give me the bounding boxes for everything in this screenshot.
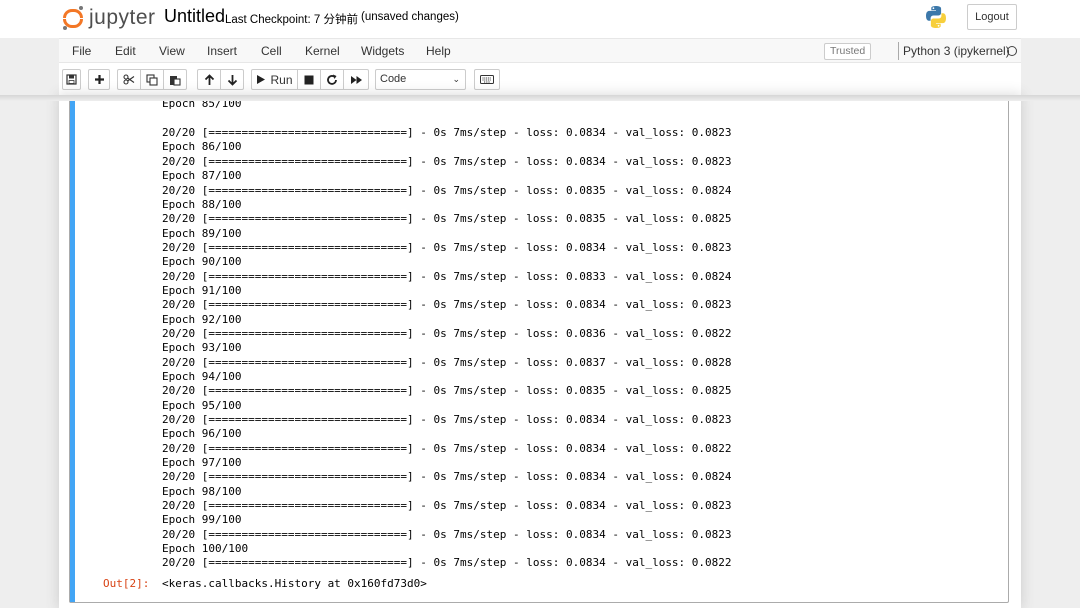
plus-icon <box>94 75 104 84</box>
paste-button[interactable] <box>163 69 187 90</box>
output-line: 20/20 [==============================] -… <box>162 240 732 254</box>
output-line: 20/20 [==============================] -… <box>162 384 732 398</box>
output-line: 20/20 [==============================] -… <box>162 413 732 426</box>
kernel-name[interactable]: Python 3 (ipykernel) <box>903 44 1010 58</box>
command-palette-button[interactable] <box>474 69 500 90</box>
trusted-badge[interactable]: Trusted <box>824 43 872 60</box>
menu-kernel[interactable]: Kernel <box>305 44 340 58</box>
output-line: 20/20 [==============================] -… <box>162 556 732 570</box>
interrupt-button[interactable] <box>297 69 321 90</box>
menubar: File Edit View Insert Cell Kernel Widget… <box>59 38 1021 63</box>
python-logo-icon <box>926 6 946 28</box>
notebook-container: Epoch 85/100 20/20 [=====================… <box>59 95 1021 608</box>
header: jupyter Untitled Last Checkpoint: 7 分钟前 … <box>0 0 1080 38</box>
run-label: Run <box>270 72 293 87</box>
copy-icon <box>146 73 158 86</box>
menu-widgets[interactable]: Widgets <box>361 44 404 58</box>
kernel-separator <box>898 42 899 60</box>
scissors-icon <box>123 74 135 85</box>
output-line: Epoch 86/100 <box>162 140 242 154</box>
menu-cell[interactable]: Cell <box>261 44 282 58</box>
output-line: Epoch 99/100 <box>162 513 242 527</box>
output-line: Epoch 88/100 <box>162 197 242 211</box>
output-line: 20/20 [==============================] -… <box>162 470 732 484</box>
output-line: 20/20 [==============================] -… <box>162 126 732 140</box>
output-line: Epoch 97/100 <box>162 456 242 470</box>
fast-forward-icon <box>350 75 362 84</box>
menu-help[interactable]: Help <box>426 44 451 58</box>
toolbar: Run Code ⌄ <box>59 63 1021 95</box>
output-line: Epoch 95/100 <box>162 398 242 412</box>
output-line: 20/20 [==============================] -… <box>162 154 732 168</box>
unsaved-status: (unsaved changes) <box>361 11 459 23</box>
output-line: 20/20 [==============================] -… <box>162 499 732 513</box>
arrow-down-icon <box>227 74 237 86</box>
save-icon <box>66 74 77 85</box>
selected-cell-indicator <box>70 95 75 602</box>
cell-type-select[interactable]: Code ⌄ <box>375 69 466 90</box>
chevron-down-icon: ⌄ <box>452 74 460 84</box>
output-line: Epoch 96/100 <box>162 427 242 441</box>
cell-type-value: Code <box>380 73 407 85</box>
stop-icon <box>304 75 314 84</box>
restart-run-all-button[interactable] <box>343 69 369 90</box>
output-line: 20/20 [==============================] -… <box>162 355 732 369</box>
menu-edit[interactable]: Edit <box>115 44 136 58</box>
play-icon <box>257 75 266 84</box>
output-line: 20/20 [==============================] -… <box>162 326 732 340</box>
output-line: Epoch 90/100 <box>162 255 242 269</box>
jupyter-logo[interactable]: jupyter <box>62 4 156 32</box>
move-down-button[interactable] <box>220 69 244 90</box>
output-result: <keras.callbacks.History at 0x160fd73d0> <box>162 577 427 590</box>
code-cell[interactable]: Epoch 85/100 20/20 [=====================… <box>69 95 1009 603</box>
checkpoint-status: Last Checkpoint: 7 分钟前 <box>225 14 358 26</box>
output-line: Epoch 92/100 <box>162 312 242 326</box>
output-line: Epoch 98/100 <box>162 484 242 498</box>
output-line: 20/20 [==============================] -… <box>162 527 732 541</box>
copy-button[interactable] <box>140 69 164 90</box>
jupyter-logo-icon <box>62 6 84 30</box>
menu-insert[interactable]: Insert <box>207 44 237 58</box>
move-up-button[interactable] <box>197 69 221 90</box>
arrow-up-icon <box>204 73 214 85</box>
cut-button[interactable] <box>117 69 141 90</box>
restart-icon <box>327 74 337 85</box>
output-line: Epoch 87/100 <box>162 169 242 183</box>
notebook-title[interactable]: Untitled <box>164 6 225 27</box>
cell-output: Epoch 85/100 20/20 [=====================… <box>162 97 732 570</box>
header-shadow <box>0 95 1080 101</box>
save-button[interactable] <box>62 69 81 90</box>
insert-cell-button[interactable] <box>88 69 110 90</box>
output-line: Epoch 89/100 <box>162 226 242 240</box>
run-button[interactable]: Run <box>251 69 298 90</box>
output-line: 20/20 [==============================] -… <box>162 298 732 312</box>
menu-file[interactable]: File <box>72 44 91 58</box>
output-line: Epoch 91/100 <box>162 283 242 297</box>
output-line: Epoch 100/100 <box>162 542 249 556</box>
kernel-idle-icon <box>1007 46 1017 56</box>
output-prompt: Out[2]: <box>103 577 150 590</box>
output-line: 20/20 [==============================] -… <box>162 269 732 283</box>
menu-view[interactable]: View <box>159 44 185 58</box>
output-line: Epoch 94/100 <box>162 369 242 383</box>
paste-icon <box>170 75 181 86</box>
output-line: 20/20 [==============================] -… <box>162 212 732 226</box>
restart-button[interactable] <box>320 69 344 90</box>
logo-text: jupyter <box>89 6 156 29</box>
keyboard-icon <box>480 75 494 84</box>
output-line: Epoch 93/100 <box>162 341 242 355</box>
output-line: 20/20 [==============================] -… <box>162 441 732 455</box>
output-line: 20/20 [==============================] -… <box>162 183 732 197</box>
logout-button[interactable]: Logout <box>967 4 1017 30</box>
